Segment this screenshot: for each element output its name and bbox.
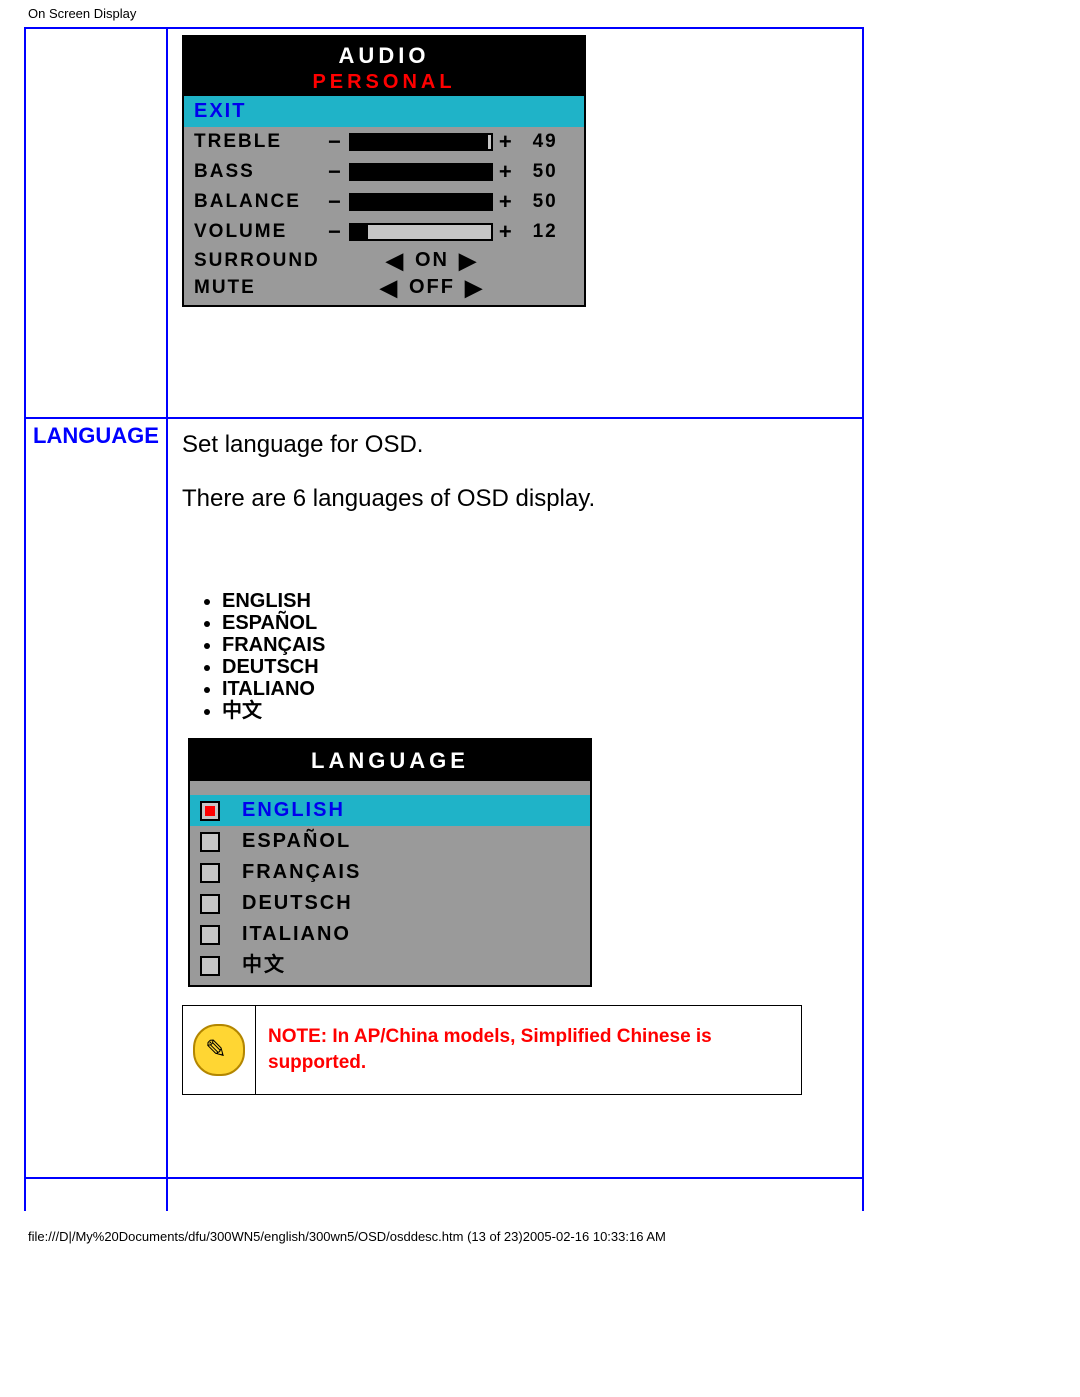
list-item: ENGLISH [222, 590, 848, 612]
language-intro-1: Set language for OSD. [182, 429, 848, 461]
plus-icon[interactable]: + [495, 159, 518, 185]
plus-icon[interactable]: + [495, 219, 518, 245]
language-option-italiano[interactable]: ITALIANO [190, 919, 590, 950]
language-option-deutsch[interactable]: DEUTSCH [190, 888, 590, 919]
radio-icon [200, 925, 220, 945]
toggle-label: MUTE [194, 277, 324, 299]
language-option-label: 中文 [242, 952, 286, 979]
language-option-label: ESPAÑOL [242, 828, 351, 855]
audio-osd-exit-row[interactable]: EXIT [184, 96, 584, 127]
toggle-value: ON [415, 249, 449, 272]
plus-icon[interactable]: + [495, 189, 518, 215]
row2-content: Set language for OSD. There are 6 langua… [167, 418, 863, 1178]
audio-toggle-surround[interactable]: SURROUND ◀ ON ▶ [184, 247, 584, 274]
row2-label: LANGUAGE [33, 423, 159, 448]
list-item: DEUTSCH [222, 656, 848, 678]
audio-toggle-mute[interactable]: MUTE ◀ OFF ▶ [184, 274, 584, 301]
language-option-label: ENGLISH [242, 797, 345, 824]
audio-osd-exit: EXIT [194, 100, 246, 122]
slider-value: 50 [518, 191, 558, 213]
radio-icon [200, 956, 220, 976]
radio-icon [200, 894, 220, 914]
list-item: 中文 [222, 700, 848, 722]
slider-label: BALANCE [194, 191, 324, 213]
audio-slider-balance[interactable]: BALANCE − + 50 [184, 187, 584, 217]
plus-icon[interactable]: + [495, 129, 518, 155]
audio-slider-bass[interactable]: BASS − + 50 [184, 157, 584, 187]
language-osd-title: LANGUAGE [190, 740, 590, 782]
list-item: ESPAÑOL [222, 612, 848, 634]
slider-track[interactable] [349, 163, 493, 181]
slider-label: VOLUME [194, 221, 324, 243]
note-pencil-icon [193, 1024, 245, 1076]
arrow-right-icon[interactable]: ▶ [459, 250, 478, 272]
page-title: On Screen Display [0, 0, 1080, 27]
slider-value: 12 [518, 221, 558, 243]
toggle-label: SURROUND [194, 250, 324, 272]
audio-slider-volume[interactable]: VOLUME − + 12 [184, 217, 584, 247]
minus-icon[interactable]: − [324, 159, 347, 185]
page-footer: file:///D|/My%20Documents/dfu/300WN5/eng… [0, 1211, 1080, 1254]
arrow-left-icon[interactable]: ◀ [380, 277, 399, 299]
slider-track[interactable] [349, 133, 493, 151]
audio-slider-treble[interactable]: TREBLE − + 49 [184, 127, 584, 157]
minus-icon[interactable]: − [324, 129, 347, 155]
language-option-label: ITALIANO [242, 921, 351, 948]
minus-icon[interactable]: − [324, 219, 347, 245]
row3-label-cell [25, 1178, 167, 1211]
radio-icon [200, 863, 220, 883]
language-option-chinese[interactable]: 中文 [190, 950, 590, 981]
slider-label: TREBLE [194, 131, 324, 153]
note-icon-cell [183, 1006, 256, 1094]
list-item: ITALIANO [222, 678, 848, 700]
minus-icon[interactable]: − [324, 189, 347, 215]
audio-osd-header: AUDIO PERSONAL [184, 37, 584, 96]
row2-label-cell: LANGUAGE [25, 418, 167, 1178]
arrow-left-icon[interactable]: ◀ [386, 250, 405, 272]
slider-value: 49 [518, 131, 558, 153]
list-item: FRANÇAIS [222, 634, 848, 656]
audio-osd-title: AUDIO [184, 43, 584, 69]
arrow-right-icon[interactable]: ▶ [465, 277, 484, 299]
note-table: NOTE: In AP/China models, Simplified Chi… [182, 1005, 802, 1094]
row1-content: AUDIO PERSONAL EXIT TREBLE − + 49 BASS − [167, 28, 863, 418]
language-option-francais[interactable]: FRANÇAIS [190, 857, 590, 888]
radio-icon [200, 832, 220, 852]
language-option-english[interactable]: ENGLISH [190, 795, 590, 826]
language-option-label: FRANÇAIS [242, 859, 361, 886]
language-option-label: DEUTSCH [242, 890, 353, 917]
slider-track[interactable] [349, 223, 493, 241]
note-text: NOTE: In AP/China models, Simplified Chi… [256, 1006, 802, 1094]
audio-osd-box: AUDIO PERSONAL EXIT TREBLE − + 49 BASS − [182, 35, 586, 307]
row1-label-cell [25, 28, 167, 418]
language-osd-box: LANGUAGE ENGLISH ESPAÑOL FRANÇAIS DEUTSC… [188, 738, 592, 988]
row3-content [167, 1178, 863, 1211]
radio-selected-icon [200, 801, 220, 821]
slider-value: 50 [518, 161, 558, 183]
main-table: AUDIO PERSONAL EXIT TREBLE − + 49 BASS − [24, 27, 864, 1211]
slider-track[interactable] [349, 193, 493, 211]
slider-label: BASS [194, 161, 324, 183]
language-option-espanol[interactable]: ESPAÑOL [190, 826, 590, 857]
toggle-value: OFF [409, 276, 455, 299]
language-bullet-list: ENGLISH ESPAÑOL FRANÇAIS DEUTSCH ITALIAN… [222, 590, 848, 722]
language-intro-2: There are 6 languages of OSD display. [182, 483, 848, 515]
audio-osd-subtitle: PERSONAL [184, 69, 584, 94]
